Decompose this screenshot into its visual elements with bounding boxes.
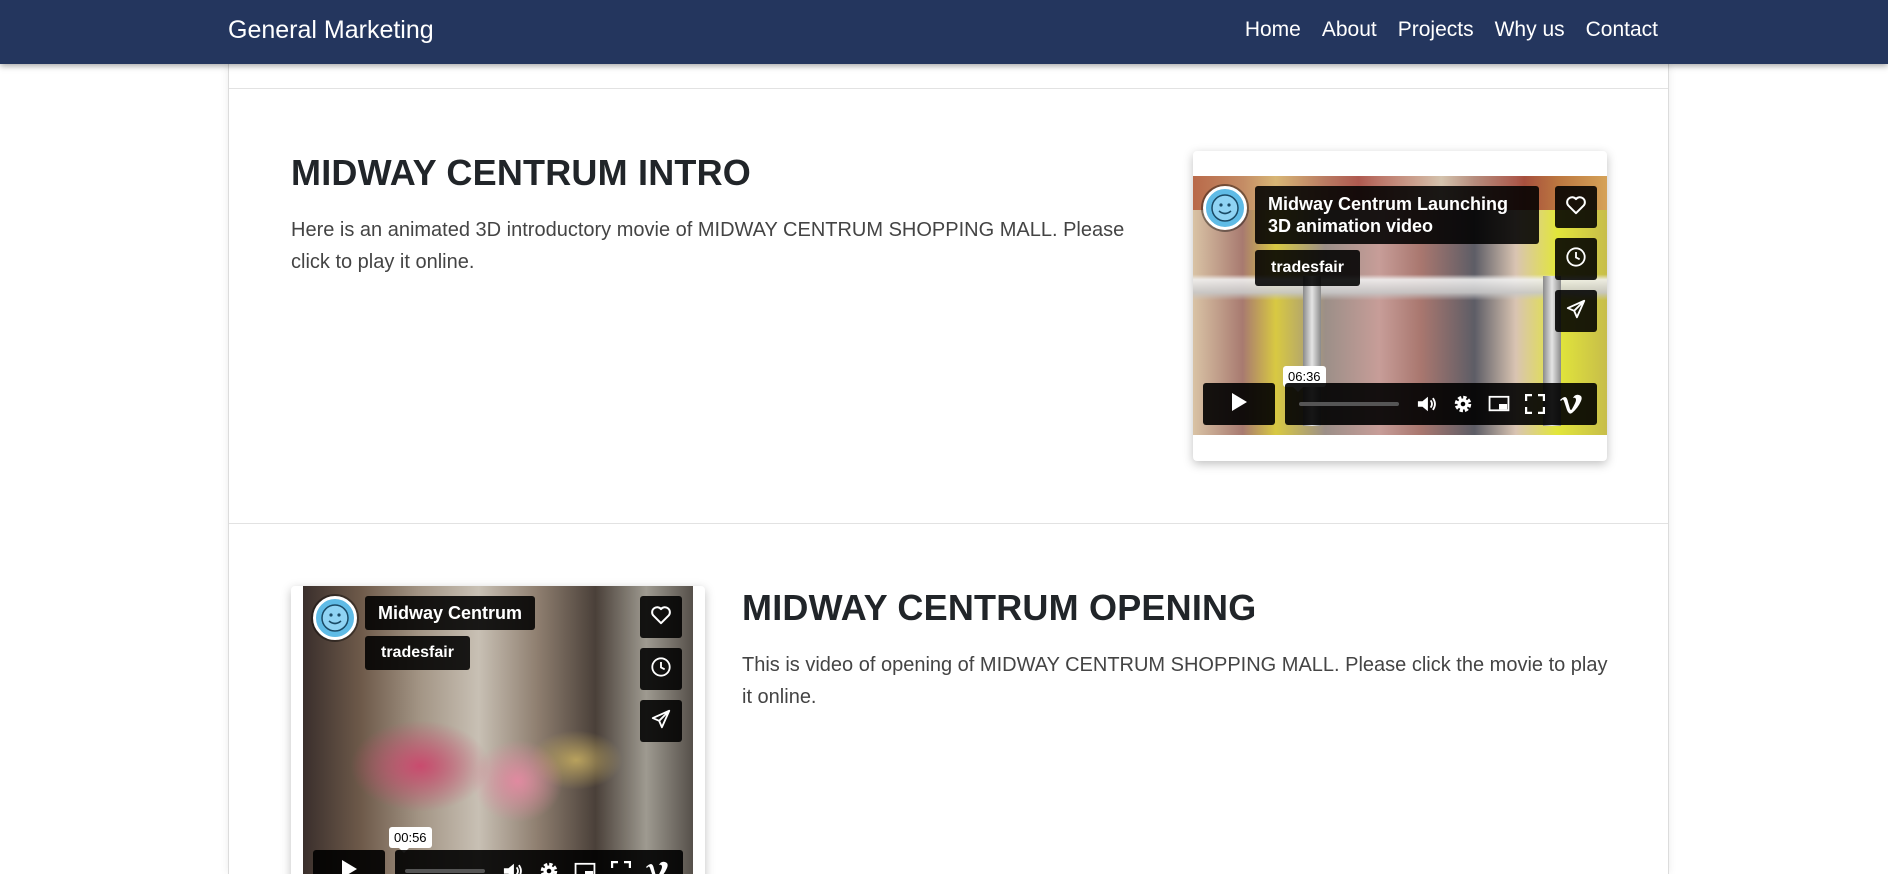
nav-link-projects[interactable]: Projects bbox=[1398, 0, 1474, 60]
progress-bar[interactable] bbox=[1299, 402, 1399, 406]
volume-icon[interactable] bbox=[501, 859, 525, 874]
nav-link-about[interactable]: About bbox=[1322, 0, 1377, 60]
watch-later-button[interactable] bbox=[1555, 238, 1597, 280]
play-button[interactable] bbox=[313, 850, 385, 874]
video-controls bbox=[1203, 383, 1597, 425]
intro-video-player[interactable]: Midway Centrum Launching 3D animation vi… bbox=[1193, 176, 1607, 435]
opening-video-player[interactable]: Midway Centrum tradesfair 00:56 bbox=[303, 586, 693, 874]
clock-icon bbox=[1565, 246, 1587, 273]
heart-icon bbox=[1565, 195, 1587, 220]
section-divider bbox=[229, 523, 1668, 524]
brand-logo[interactable]: General Marketing bbox=[228, 0, 434, 60]
heart-icon bbox=[650, 605, 672, 630]
nav-link-home[interactable]: Home bbox=[1245, 0, 1301, 60]
clock-icon bbox=[650, 656, 672, 683]
play-button[interactable] bbox=[1203, 383, 1275, 425]
fullscreen-icon[interactable] bbox=[609, 859, 633, 874]
fullscreen-icon[interactable] bbox=[1523, 392, 1547, 416]
pip-icon[interactable] bbox=[1487, 392, 1511, 416]
progress-bar[interactable] bbox=[405, 869, 485, 873]
control-bar bbox=[1285, 383, 1597, 425]
author-avatar[interactable] bbox=[313, 596, 357, 640]
nav-links: Home About Projects Why us Contact bbox=[1245, 0, 1658, 60]
video-controls bbox=[313, 850, 683, 874]
opening-video-card[interactable]: Midway Centrum tradesfair 00:56 bbox=[291, 586, 705, 874]
share-button[interactable] bbox=[1555, 290, 1597, 332]
intro-text: Here is an animated 3D introductory movi… bbox=[291, 219, 1125, 273]
watch-later-button[interactable] bbox=[640, 648, 682, 690]
video-title-chip[interactable]: Midway Centrum bbox=[365, 596, 536, 630]
section-divider bbox=[229, 88, 1668, 89]
main-container: MIDWAY CENTRUM INTRO Here is an animated… bbox=[228, 64, 1669, 874]
navbar: General Marketing Home About Projects Wh… bbox=[0, 0, 1888, 64]
video-author-chip[interactable]: tradesfair bbox=[1255, 250, 1360, 286]
share-button[interactable] bbox=[640, 700, 682, 742]
video-title-chip[interactable]: Midway Centrum Launching 3D animation vi… bbox=[1255, 186, 1539, 244]
opening-text: This is video of opening of MIDWAY CENTR… bbox=[742, 654, 1608, 708]
timecode-tooltip: 00:56 bbox=[389, 827, 432, 853]
vimeo-logo-icon[interactable] bbox=[1559, 392, 1583, 416]
author-avatar[interactable] bbox=[1203, 186, 1247, 230]
pip-icon[interactable] bbox=[573, 859, 597, 874]
vimeo-logo-icon[interactable] bbox=[645, 859, 669, 874]
send-icon bbox=[1565, 298, 1587, 325]
play-icon bbox=[1230, 392, 1248, 417]
like-button[interactable] bbox=[640, 596, 682, 638]
gear-icon[interactable] bbox=[537, 859, 561, 874]
play-icon bbox=[340, 859, 358, 874]
intro-video-card[interactable]: Midway Centrum Launching 3D animation vi… bbox=[1193, 151, 1607, 461]
gear-icon[interactable] bbox=[1451, 392, 1475, 416]
video-author-chip[interactable]: tradesfair bbox=[365, 636, 470, 670]
nav-link-why-us[interactable]: Why us bbox=[1495, 0, 1565, 60]
nav-link-contact[interactable]: Contact bbox=[1586, 0, 1658, 60]
intro-title: MIDWAY CENTRUM INTRO bbox=[291, 152, 752, 193]
volume-icon[interactable] bbox=[1415, 392, 1439, 416]
control-bar bbox=[395, 850, 683, 874]
like-button[interactable] bbox=[1555, 186, 1597, 228]
send-icon bbox=[650, 708, 672, 735]
opening-title: MIDWAY CENTRUM OPENING bbox=[742, 587, 1257, 628]
